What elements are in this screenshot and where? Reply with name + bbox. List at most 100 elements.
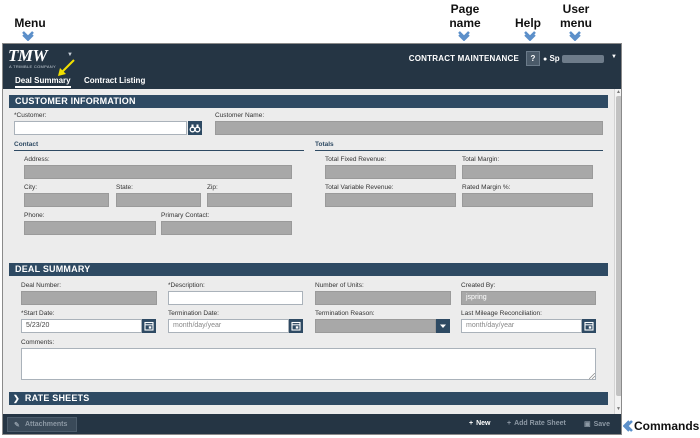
totals-title: Totals (315, 141, 334, 148)
created-by-field: jspring (461, 291, 596, 305)
contact-title: Contact (14, 141, 39, 148)
user-icon: ● (543, 56, 548, 63)
chevron-down-icon (440, 324, 446, 328)
save-icon: ▣ (584, 421, 591, 428)
callout-menu: Menu (14, 16, 46, 30)
callout-menu-chevron-icon (22, 31, 34, 41)
attachments-label: Attachments (25, 421, 68, 428)
plus-icon: + (507, 420, 512, 427)
contact-divider (14, 150, 304, 151)
rate-sheets-title: RATE SHEETS (24, 393, 90, 403)
callout-commands: Commands (634, 419, 700, 433)
termination-date-input[interactable]: month/day/year (168, 319, 289, 333)
total-fixed-revenue-field (325, 165, 456, 179)
vertical-scrollbar[interactable]: ▲ ▼ (614, 89, 621, 414)
callout-page-name-line1: Page (450, 2, 480, 16)
callout-commands-chevron-icon (623, 420, 633, 432)
tab-bar: Deal Summary Contract Listing (3, 59, 621, 89)
section-rate-sheets[interactable]: ❯ RATE SHEETS (9, 392, 608, 405)
start-date-input[interactable]: 5/23/20 (21, 319, 142, 333)
top-bar: TMW A TRIMBLE COMPANY ▼ CONTRACT MAINTEN… (3, 44, 621, 74)
total-variable-revenue-field (325, 193, 456, 207)
city-field (24, 193, 109, 207)
phone-label: Phone: (24, 212, 45, 219)
calendar-icon (144, 321, 154, 331)
customer-input[interactable] (14, 121, 187, 135)
deal-number-field (21, 291, 157, 305)
add-rate-sheet-label: Add Rate Sheet (514, 420, 566, 427)
scroll-up-icon[interactable]: ▲ (616, 89, 621, 95)
new-button[interactable]: + New (469, 420, 491, 427)
user-caret-icon: ▼ (611, 54, 617, 60)
termination-reason-select[interactable] (315, 319, 436, 333)
section-customer-information[interactable]: CUSTOMER INFORMATION (9, 95, 608, 108)
primary-contact-field (161, 221, 292, 235)
total-margin-label: Total Margin: (462, 156, 500, 163)
callout-user-line1: User (562, 2, 590, 16)
termination-date-calendar-button[interactable] (289, 319, 303, 333)
save-label: Save (593, 421, 610, 428)
last-mileage-input[interactable]: month/day/year (461, 319, 582, 333)
start-date-calendar-button[interactable] (142, 319, 156, 333)
address-field (24, 165, 292, 179)
attachments-button[interactable]: ✎ Attachments (7, 417, 77, 432)
deal-number-label: Deal Number: (21, 282, 62, 289)
callout-page-name-line2: name (449, 16, 481, 30)
zip-label: Zip: (207, 184, 218, 191)
customer-label: *Customer: (14, 112, 47, 119)
address-label: Address: (24, 156, 50, 163)
section-deal-summary[interactable]: DEAL SUMMARY (9, 263, 608, 276)
save-button[interactable]: ▣ Save (584, 420, 610, 428)
scroll-down-icon[interactable]: ▼ (616, 406, 621, 412)
number-of-units-label: Number of Units: (315, 282, 364, 289)
city-label: City: (24, 184, 37, 191)
rated-margin-label: Rated Margin %: (462, 184, 511, 191)
callout-page-name: Page name (445, 2, 485, 30)
termination-reason-dropdown-button[interactable] (436, 319, 450, 333)
user-menu[interactable]: ● Sp ▼ (543, 54, 617, 66)
comments-label: Comments: (21, 339, 55, 346)
calendar-icon (584, 321, 594, 331)
phone-field (24, 221, 156, 235)
page-title: CONTRACT MAINTENANCE (408, 54, 519, 63)
total-variable-revenue-label: Total Variable Revenue: (325, 184, 394, 191)
rated-margin-field (462, 193, 593, 207)
zip-field (207, 193, 292, 207)
total-fixed-revenue-label: Total Fixed Revenue: (325, 156, 387, 163)
callout-user-menu-chevron-icon (569, 31, 581, 41)
help-button[interactable]: ? (526, 51, 540, 66)
main-content: CUSTOMER INFORMATION *Customer: Customer… (3, 89, 614, 414)
totals-divider (315, 150, 603, 151)
last-mileage-label: Last Mileage Reconciliation: (461, 310, 542, 317)
description-input[interactable] (168, 291, 303, 305)
total-margin-field (462, 165, 593, 179)
callout-user-line2: menu (559, 16, 592, 30)
scroll-thumb[interactable] (616, 96, 621, 396)
binoculars-icon (189, 124, 201, 133)
primary-contact-label: Primary Contact: (161, 212, 210, 219)
app-window: TMW A TRIMBLE COMPANY ▼ CONTRACT MAINTEN… (2, 43, 622, 435)
add-rate-sheet-button[interactable]: + Add Rate Sheet (507, 420, 566, 427)
callout-user-menu: User menu (556, 2, 596, 30)
expand-chevron-icon: ❯ (13, 394, 20, 403)
termination-date-label: Termination Date: (168, 310, 219, 317)
paperclip-icon: ✎ (14, 422, 20, 429)
callout-help-chevron-icon (524, 31, 536, 41)
customer-name-label: Customer Name: (215, 112, 265, 119)
callout-help: Help (514, 16, 541, 30)
customer-lookup-button[interactable] (188, 121, 202, 135)
tab-contract-listing[interactable]: Contract Listing (84, 76, 145, 85)
created-by-label: Created By: (461, 282, 496, 289)
plus-icon: + (469, 420, 474, 427)
resize-handle-icon[interactable] (589, 373, 595, 379)
start-date-label: *Start Date: (21, 310, 55, 317)
termination-reason-label: Termination Reason: (315, 310, 375, 317)
user-name-redacted (561, 54, 604, 63)
number-of-units-field (315, 291, 451, 305)
logo-text: TMW (8, 46, 48, 65)
last-mileage-calendar-button[interactable] (582, 319, 596, 333)
logo-subtitle: A TRIMBLE COMPANY (9, 64, 56, 69)
state-label: State: (116, 184, 133, 191)
comments-textarea[interactable] (21, 348, 596, 380)
state-field (116, 193, 201, 207)
